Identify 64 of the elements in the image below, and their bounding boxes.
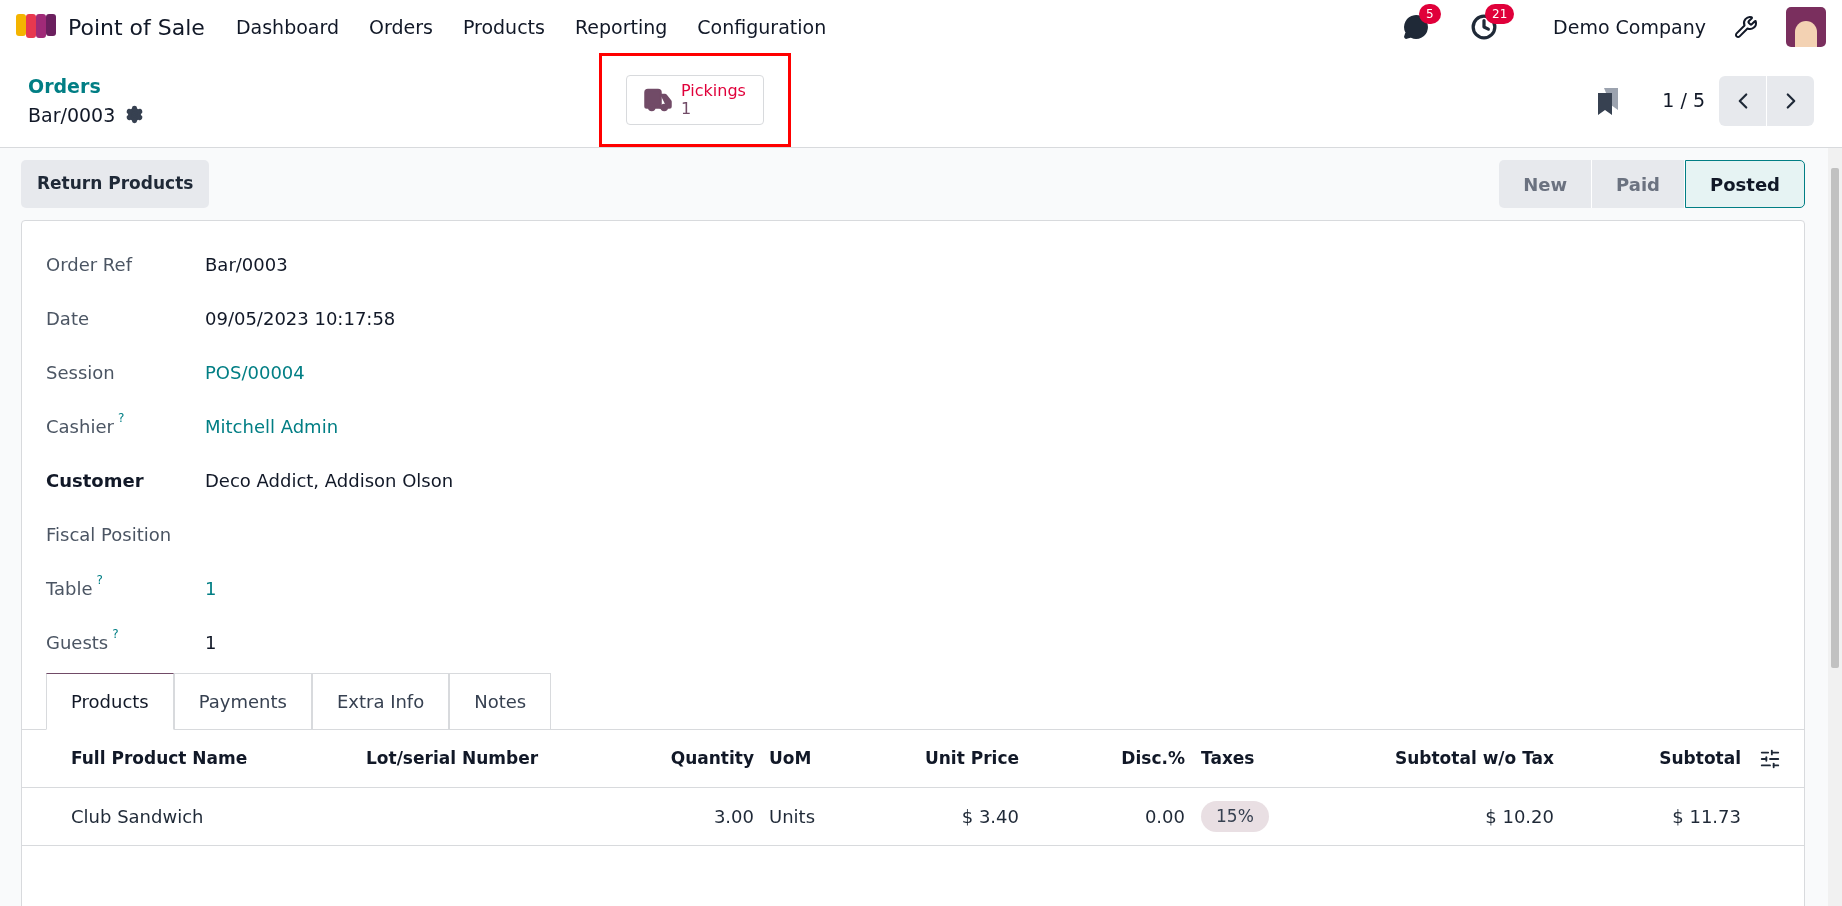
notification-badge: 21 [1485, 4, 1515, 24]
menu-item[interactable]: Reporting [559, 12, 683, 42]
settings-icon[interactable] [125, 105, 145, 125]
field-label: Date [46, 306, 90, 331]
table-cell: Units [769, 806, 816, 827]
notification-badge: 5 [1419, 4, 1441, 24]
help-tooltip-mark[interactable]: ? [117, 408, 125, 427]
tools-icon[interactable] [1734, 15, 1758, 39]
column-header[interactable]: Lot/serial Number [366, 747, 539, 768]
table-cell: $ 10.20 [1485, 806, 1554, 827]
field-value: Bar/0003 [205, 252, 288, 277]
column-header[interactable]: Subtotal w/o Tax [1394, 747, 1554, 768]
column-header[interactable]: Disc.% [1121, 747, 1185, 768]
field-link[interactable]: POS/00004 [205, 358, 305, 386]
field-label: Table [46, 576, 93, 601]
tax-tag: 15% [1201, 800, 1269, 833]
status-stage[interactable]: New [1499, 160, 1593, 208]
breadcrumb-link[interactable]: Orders [28, 72, 599, 101]
field-label: Fiscal Position [46, 522, 172, 547]
field-label: Cashier [46, 414, 114, 439]
field-label: Session [46, 360, 115, 385]
column-header[interactable]: Subtotal [1659, 747, 1741, 768]
menu-item[interactable]: Configuration [682, 12, 842, 42]
record-name: Bar/0003 [28, 102, 116, 128]
notebook-tab[interactable]: Products [46, 673, 174, 730]
status-stage[interactable]: Posted [1685, 160, 1805, 208]
pickings-label: Pickings [681, 81, 746, 100]
app-logo-icon[interactable] [16, 14, 56, 40]
table-cell: $ 11.73 [1672, 806, 1741, 827]
user-avatar[interactable] [1786, 7, 1826, 47]
field-link[interactable]: 1 [205, 574, 217, 602]
pager-value[interactable]: 1 / 5 [1662, 86, 1705, 115]
column-header[interactable]: Taxes [1201, 747, 1255, 768]
table-cell: 0.00 [1144, 806, 1185, 827]
menu-item[interactable]: Products [447, 12, 560, 42]
menu-item[interactable]: Dashboard [220, 12, 354, 42]
field-value: 09/05/2023 10:17:58 [205, 306, 396, 331]
column-header[interactable]: Full Product Name [71, 747, 248, 768]
notebook-tab[interactable]: Extra Info [311, 673, 450, 730]
menu-item[interactable]: Orders [354, 12, 448, 42]
return-products-button[interactable]: Return Products [21, 160, 210, 208]
column-header[interactable]: UoM [769, 747, 812, 768]
field-value: 1 [205, 630, 217, 655]
field-label: Guests [46, 630, 109, 655]
table-cell: 3.00 [713, 806, 754, 827]
field-label: Customer [46, 468, 144, 493]
field-link[interactable]: Mitchell Admin [205, 412, 339, 440]
table-cell: Club Sandwich [71, 806, 204, 827]
notebook-tab[interactable]: Payments [173, 673, 312, 730]
field-value: Deco Addict, Addison Olson [205, 468, 454, 493]
pickings-button[interactable]: Pickings 1 [626, 74, 764, 125]
help-tooltip-mark[interactable]: ? [96, 570, 103, 589]
company-name[interactable]: Demo Company [1553, 12, 1706, 42]
field-label: Order Ref [46, 252, 132, 277]
column-header[interactable]: Quantity [670, 747, 754, 768]
bookmarks-icon[interactable] [1596, 85, 1621, 116]
column-header[interactable]: Unit Price [924, 747, 1019, 768]
notebook-tab[interactable]: Notes [449, 673, 552, 730]
table-cell: $ 3.40 [961, 806, 1019, 827]
status-stage[interactable]: Paid [1592, 160, 1685, 208]
column-settings-icon[interactable] [1759, 747, 1781, 770]
pickings-count: 1 [681, 99, 692, 118]
help-tooltip-mark[interactable]: ? [112, 624, 119, 643]
app-name[interactable]: Point of Sale [68, 10, 205, 44]
